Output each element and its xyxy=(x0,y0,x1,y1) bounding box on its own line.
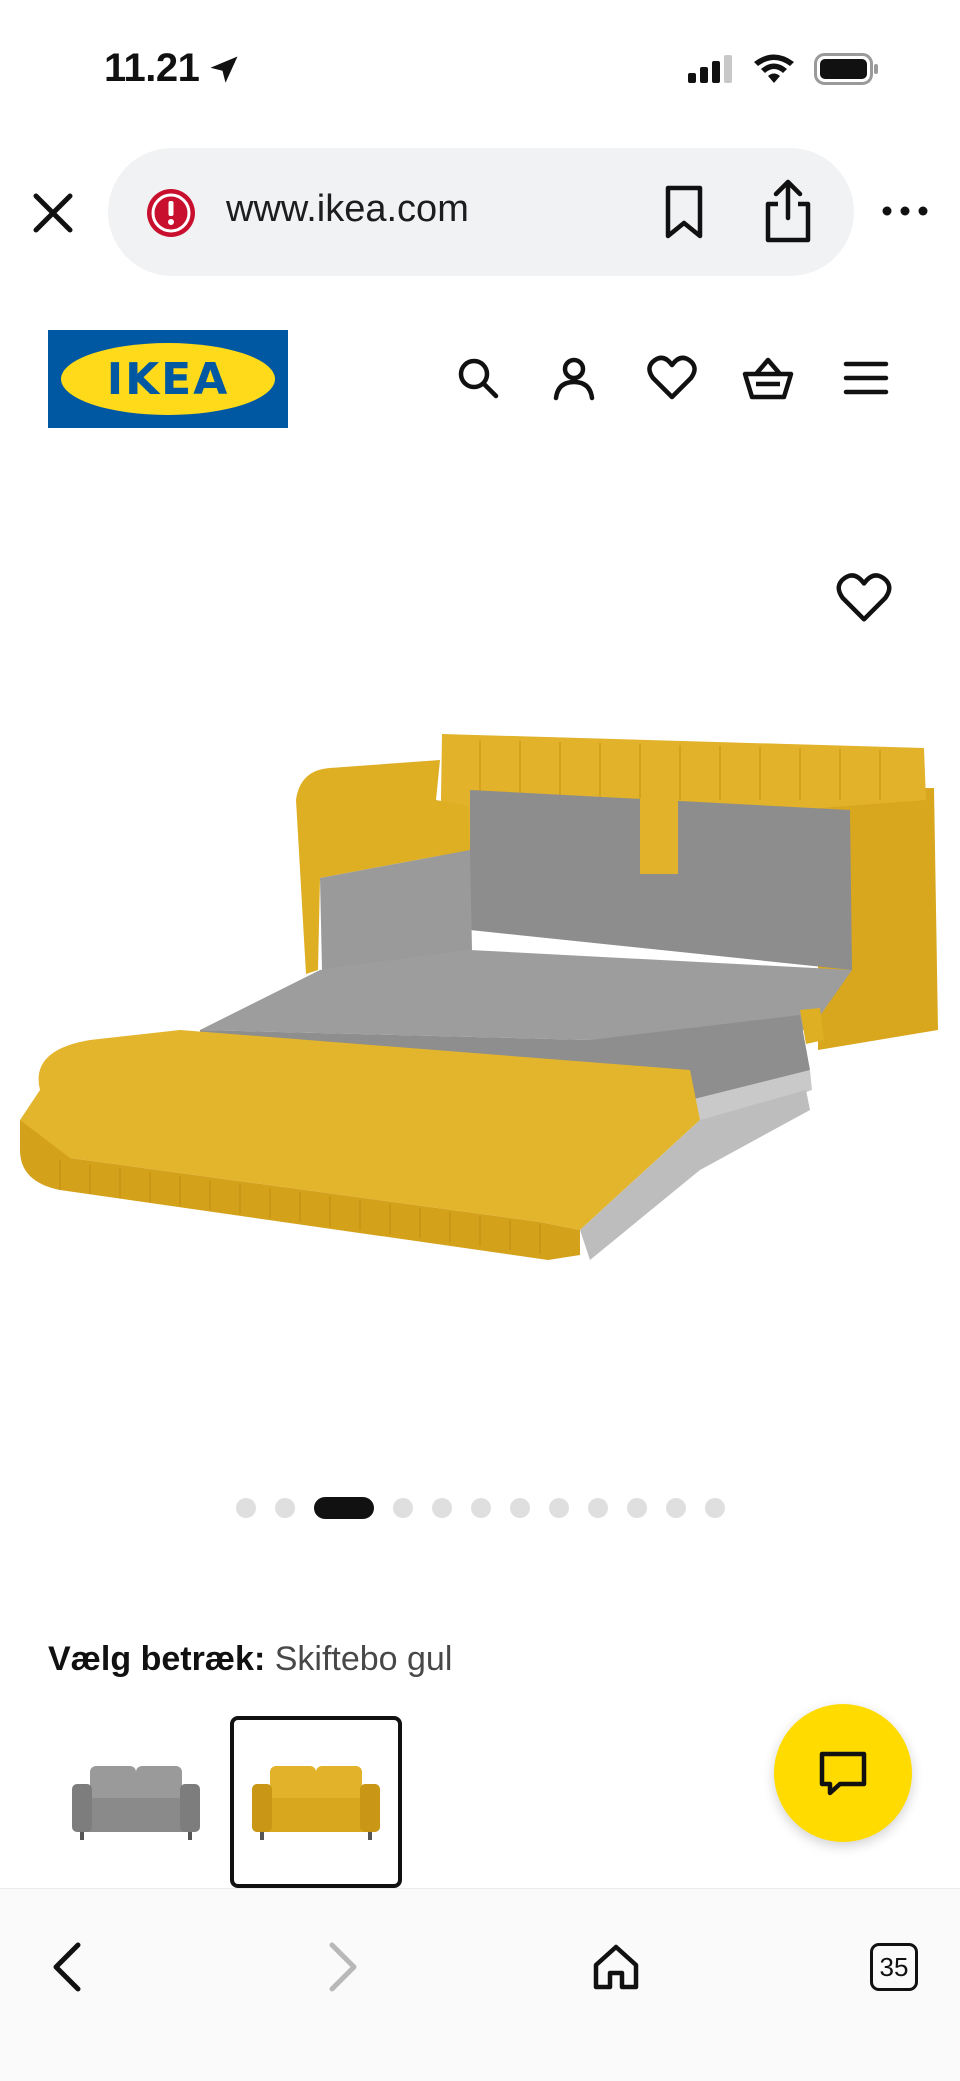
product-image[interactable] xyxy=(0,470,960,1400)
location-arrow-icon xyxy=(210,56,238,83)
chat-icon xyxy=(819,1751,867,1796)
forward-button[interactable] xyxy=(310,1935,374,1999)
back-icon xyxy=(53,1942,81,1992)
carousel-dot[interactable] xyxy=(626,1498,647,1518)
carousel-dot[interactable] xyxy=(509,1498,530,1518)
cover-selection-label: Vælg betræk: Skiftebo gul xyxy=(48,1640,452,1679)
status-bar: 11.21 xyxy=(0,0,960,140)
carousel-dot[interactable] xyxy=(704,1498,725,1518)
search-icon[interactable] xyxy=(450,350,506,406)
back-button[interactable] xyxy=(36,1935,100,1999)
sofa-yellow-thumbnail xyxy=(252,1766,380,1840)
logo-text: IKEA xyxy=(106,353,230,405)
carousel-dot[interactable] xyxy=(470,1498,491,1518)
heart-icon[interactable] xyxy=(644,350,700,406)
url-text[interactable]: www.ikea.com xyxy=(226,188,469,231)
browser-toolbar: www.ikea.com xyxy=(0,148,960,276)
carousel-dot[interactable] xyxy=(235,1498,256,1518)
wifi-icon xyxy=(754,54,794,83)
cellular-signal-icon xyxy=(688,55,732,83)
battery-icon xyxy=(814,53,878,85)
cover-option-yellow[interactable] xyxy=(230,1716,402,1888)
bookmark-icon[interactable] xyxy=(656,182,712,242)
tabs-button[interactable]: 35 xyxy=(862,1935,926,1999)
address-bar[interactable]: www.ikea.com xyxy=(108,148,854,276)
cover-label-title: Vælg betræk: xyxy=(48,1640,266,1678)
cover-label-value: Skiftebo gul xyxy=(274,1640,453,1678)
menu-icon[interactable] xyxy=(838,350,894,406)
account-icon[interactable] xyxy=(546,350,602,406)
close-icon[interactable] xyxy=(28,188,78,238)
forward-icon xyxy=(329,1942,357,1992)
share-icon[interactable] xyxy=(758,176,818,246)
carousel-dot[interactable] xyxy=(587,1498,608,1518)
logo-oval: IKEA xyxy=(61,343,275,415)
warning-icon[interactable] xyxy=(144,186,198,240)
carousel-dot-active[interactable] xyxy=(313,1497,374,1519)
status-icons xyxy=(686,52,880,86)
ikea-logo[interactable]: IKEA xyxy=(48,330,288,428)
carousel-dot[interactable] xyxy=(274,1498,295,1518)
carousel-dots[interactable] xyxy=(0,1496,960,1520)
carousel-dot[interactable] xyxy=(665,1498,686,1518)
carousel-dot[interactable] xyxy=(548,1498,569,1518)
cover-option-grey[interactable] xyxy=(50,1716,222,1888)
site-header-icons xyxy=(440,350,900,410)
carousel-dot[interactable] xyxy=(431,1498,452,1518)
more-icon[interactable] xyxy=(880,196,930,226)
sofa-grey-thumbnail xyxy=(72,1766,200,1840)
status-time: 11.21 xyxy=(104,46,200,90)
home-button[interactable] xyxy=(584,1935,648,1999)
basket-icon[interactable] xyxy=(740,350,796,406)
home-icon xyxy=(593,1944,639,1990)
chat-button[interactable] xyxy=(774,1704,912,1842)
tabs-icon: 35 xyxy=(870,1943,918,1991)
product-favorite-icon[interactable] xyxy=(836,570,892,626)
carousel-dot[interactable] xyxy=(392,1498,413,1518)
browser-bottom-bar: 35 xyxy=(0,1888,960,2081)
